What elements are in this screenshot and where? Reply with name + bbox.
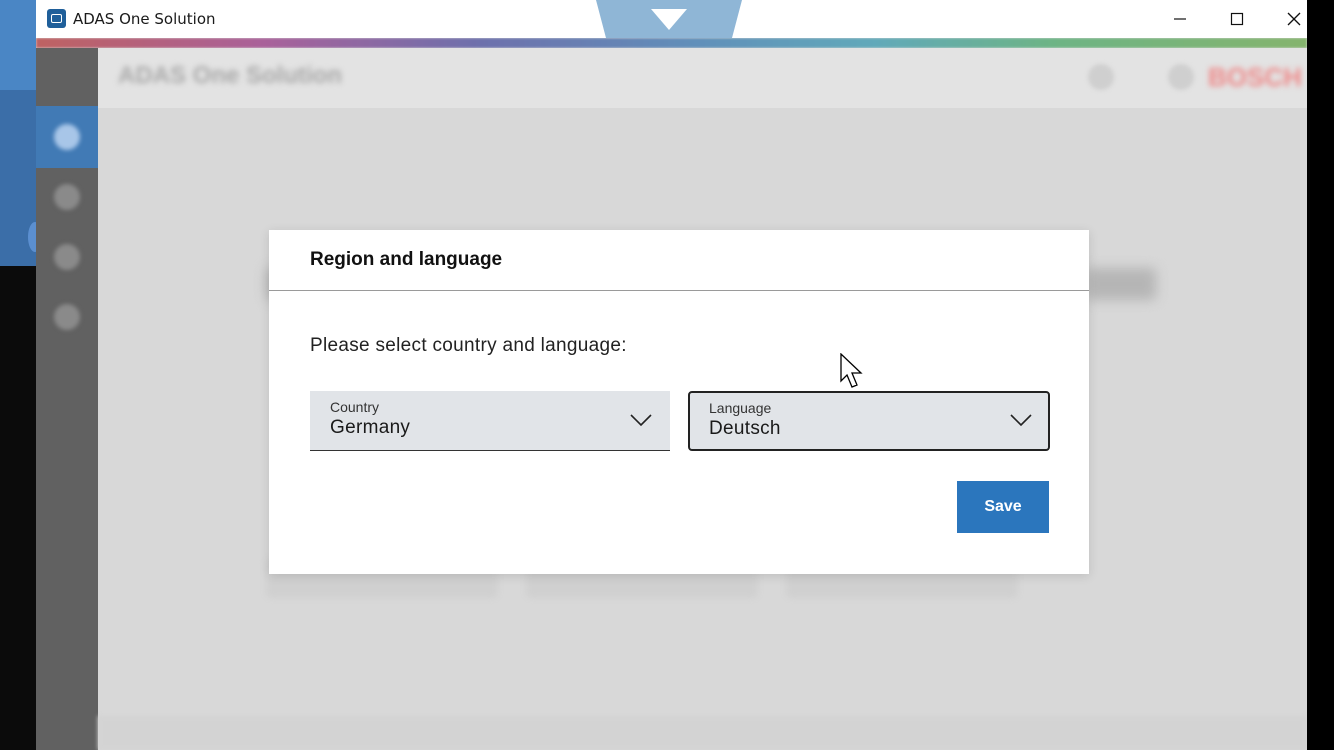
app-header: ADAS One Solution BOSCH	[98, 48, 1307, 108]
chevron-down-icon	[630, 414, 652, 427]
maximize-icon	[1230, 12, 1243, 26]
maximize-button[interactable]	[1208, 0, 1265, 38]
save-button[interactable]: Save	[957, 481, 1049, 533]
sidebar-icon	[54, 244, 80, 270]
help-icon	[1088, 64, 1114, 90]
desktop-right-strip	[1307, 0, 1334, 750]
app-icon	[47, 9, 66, 28]
dialog-divider	[269, 290, 1089, 291]
language-label: Language	[709, 400, 772, 416]
country-value: Germany	[330, 417, 411, 438]
minimize-icon	[1173, 18, 1186, 20]
header-title: ADAS One Solution	[118, 62, 342, 89]
region-language-dialog: Region and language Please select countr…	[269, 230, 1089, 574]
close-button[interactable]	[1265, 0, 1322, 38]
title-bar[interactable]: ADAS One Solution	[36, 0, 1307, 38]
close-icon	[1287, 12, 1300, 26]
user-icon	[1168, 64, 1194, 90]
country-label: Country	[330, 399, 380, 415]
minimize-button[interactable]	[1151, 0, 1208, 38]
brand-stripe	[36, 38, 1307, 48]
desktop-left-strip	[0, 0, 42, 750]
window-title: ADAS One Solution	[73, 10, 216, 28]
app-content-dimmed: ADAS One Solution BOSCH Region and langu…	[36, 38, 1307, 750]
sidebar-icon	[54, 124, 80, 150]
pull-tab-icon[interactable]	[596, 0, 742, 38]
app-footer	[98, 716, 1307, 750]
app-window: ADAS One Solution ADAS One Solution BOSC…	[36, 0, 1307, 750]
language-value: Deutsch	[709, 418, 781, 439]
sidebar	[36, 48, 98, 750]
brand-logo: BOSCH	[1208, 62, 1302, 92]
mouse-cursor	[840, 353, 863, 388]
sidebar-icon	[54, 304, 80, 330]
sidebar-icon	[54, 184, 80, 210]
chevron-down-icon	[1010, 414, 1032, 427]
country-select[interactable]: Country Germany	[310, 391, 670, 451]
dialog-title: Region and language	[310, 249, 503, 270]
language-select[interactable]: Language Deutsch	[688, 391, 1050, 451]
dialog-prompt: Please select country and language:	[310, 335, 627, 356]
